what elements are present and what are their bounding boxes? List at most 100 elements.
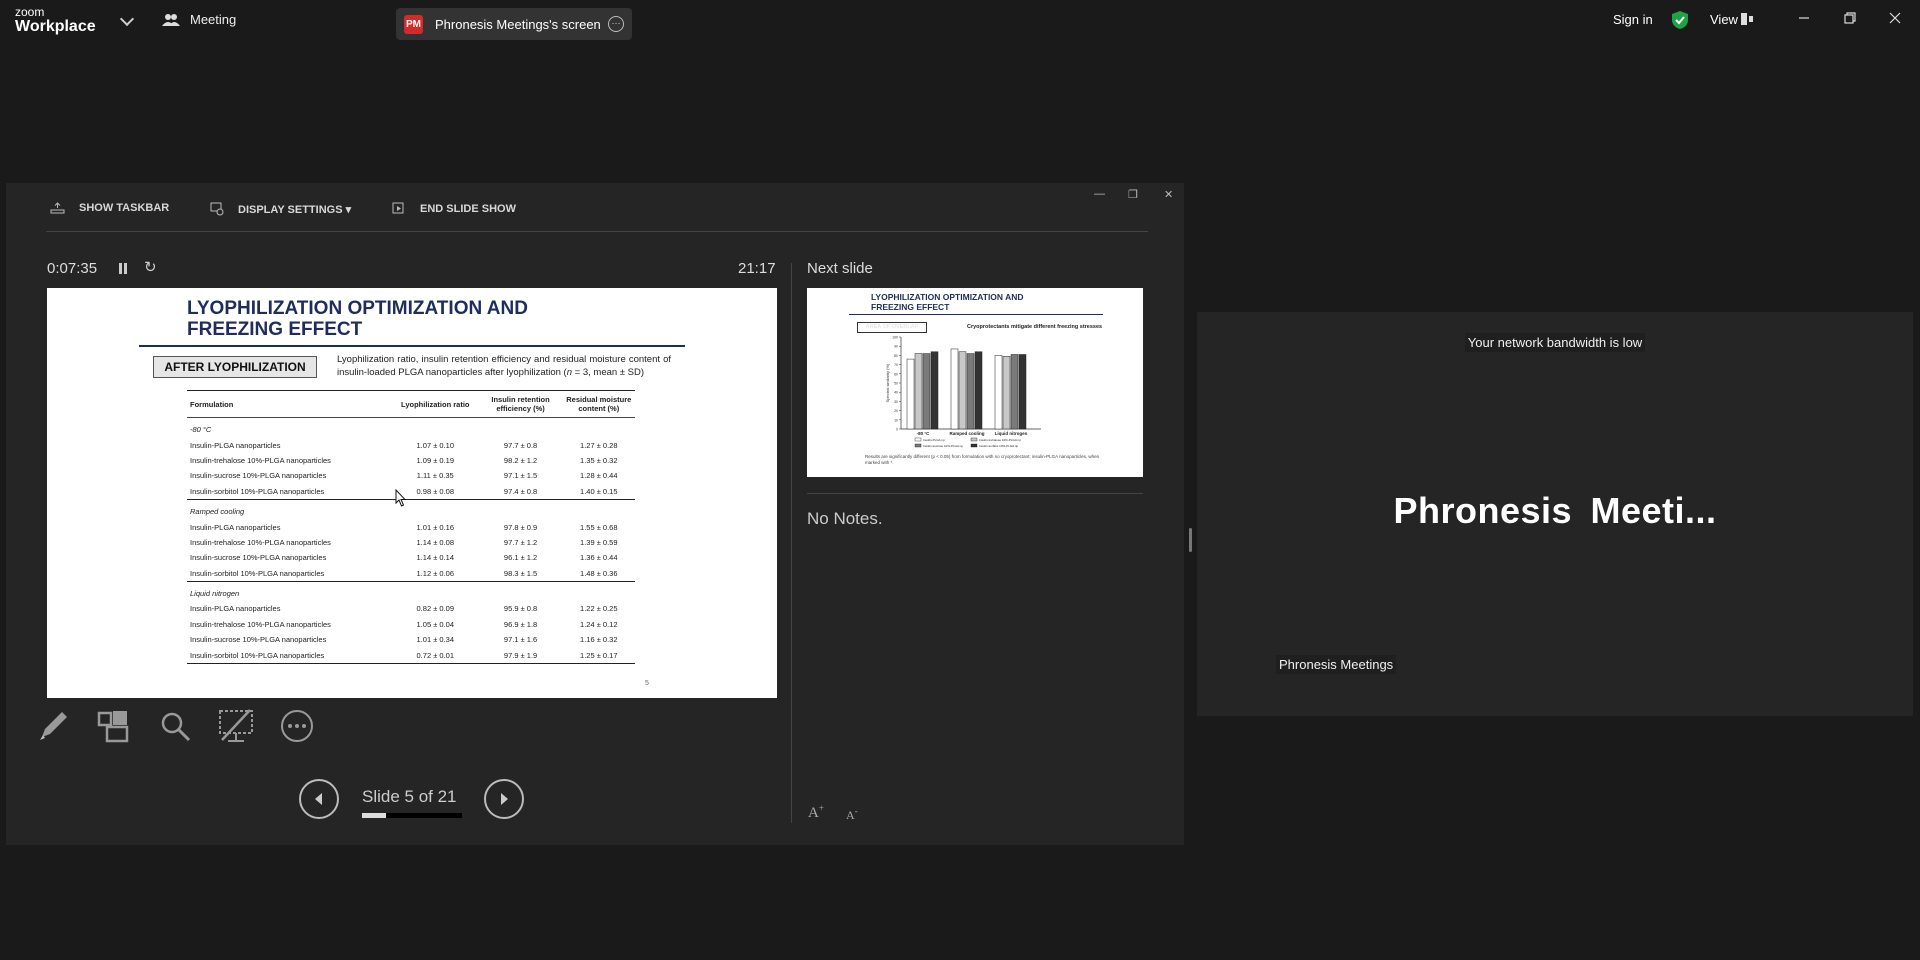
chart-tick-label: 0 — [896, 428, 898, 432]
chart-tick-label: 60 — [894, 372, 898, 376]
next-slide-bar-chart: 0 10 20 30 40 50 60 70 80 90 100 Spectral similarit… — [885, 336, 1041, 448]
more-options-icon[interactable]: ··· — [608, 16, 624, 32]
elapsed-timer: 0:07:35 — [47, 260, 98, 277]
table-cell: Insulin-sorbitol 10%-PLGA nanoparticles — [187, 647, 392, 664]
previous-slide-button[interactable] — [299, 779, 339, 819]
view-layout-icon[interactable] — [1741, 13, 1753, 25]
view-menu[interactable]: View — [1710, 12, 1738, 27]
pause-timer-icon[interactable] — [119, 263, 127, 274]
shared-screen-pill[interactable]: PM Phronesis Meetings's screen ··· — [396, 8, 632, 40]
chart-legend-label: Insulin-PLGA np — [923, 438, 945, 442]
restore-window-button[interactable] — [1839, 9, 1861, 31]
chart-bar — [906, 358, 915, 430]
chart-tick-label: 20 — [894, 409, 898, 413]
table-cell: Insulin-PLGA nanoparticles — [190, 604, 281, 614]
current-slide[interactable]: LYOPHILIZATION OPTIMIZATION AND FREEZING… — [47, 288, 777, 698]
slide-title-rule — [139, 345, 685, 347]
chart-bar — [1010, 354, 1019, 430]
chart-tick-label: 30 — [894, 400, 898, 404]
restart-timer-icon[interactable]: ↻ — [144, 258, 157, 276]
table-cell: 1.24 ± 0.12 — [580, 619, 618, 629]
participant-name-label: Phronesis Meetings — [1276, 655, 1397, 674]
shared-screen-title: Phronesis Meetings's screen — [435, 16, 601, 32]
notes-divider — [807, 493, 1143, 494]
chart-tick-label: 100 — [892, 336, 898, 340]
table-header: Residual moisture content (%) — [562, 390, 635, 418]
table-cell: 1.11 ± 0.35 — [416, 471, 454, 481]
display-settings-button[interactable]: DISPLAY SETTINGS ▾ — [210, 202, 351, 216]
minimize-window-button[interactable] — [1793, 9, 1815, 31]
table-row: Insulin-sorbitol 10%-PLGA nanoparticles 0… — [187, 483, 635, 500]
speaker-notes: No Notes. — [807, 509, 883, 528]
presenter-restore-icon[interactable]: ❐ — [1128, 188, 1138, 201]
table-cell: Insulin-PLGA nanoparticles — [190, 522, 281, 532]
table-cell: 1.14 ± 0.14 — [416, 553, 454, 563]
network-warning: Your network bandwidth is low — [1197, 333, 1913, 352]
table-cell: 95.9 ± 0.8 — [503, 604, 538, 614]
table-row: Insulin-PLGA nanoparticles 1.07 ± 0.10 97.… — [187, 437, 635, 452]
split-view-handle[interactable] — [1189, 528, 1192, 552]
pane-divider[interactable] — [791, 263, 792, 823]
chart-bar — [930, 351, 939, 430]
presenter-close-icon[interactable]: ✕ — [1164, 188, 1173, 201]
sign-in-link[interactable]: Sign in — [1613, 12, 1653, 27]
table-cell: Insulin-PLGA nanoparticles — [190, 440, 281, 450]
presenter-minimize-icon[interactable]: — — [1094, 188, 1105, 200]
table-cell: 1.35 ± 0.32 — [580, 455, 618, 465]
chart-bar — [966, 353, 975, 430]
table-group-label: Ramped cooling — [190, 507, 245, 517]
lyophilization-table: Formulation Lyophilization ratio Insulin… — [187, 390, 635, 664]
close-window-button[interactable] — [1884, 9, 1906, 31]
table-cell: 1.22 ± 0.25 — [580, 604, 618, 614]
slide-section-badge: AFTER LYOPHILIZATION — [153, 356, 317, 378]
chart-category-label: -80 °C — [917, 431, 931, 436]
chart-bar — [1002, 356, 1011, 430]
table-cell: Insulin-sorbitol 10%-PLGA nanoparticles — [187, 483, 392, 500]
table-group-row: -80 °C — [187, 418, 635, 438]
table-group-row: Ramped cooling — [187, 499, 635, 519]
chart-tick-label: 50 — [894, 382, 898, 386]
table-row: Insulin-trehalose 10%-PLGA nanoparticles… — [187, 617, 635, 632]
next-slide-preview[interactable]: LYOPHILIZATION OPTIMIZATION AND FREEZING… — [807, 288, 1143, 477]
table-cell: 0.82 ± 0.09 — [416, 604, 454, 614]
chart-y-axis-label: Spectral similarity (%) — [885, 363, 890, 402]
next-slide-button[interactable] — [484, 779, 524, 819]
table-cell: Insulin-sucrose 10%-PLGA nanoparticles — [190, 471, 327, 481]
table-caption: Lyophilization ratio, insulin retention … — [337, 354, 671, 378]
table-row: Insulin-trehalose 10%-PLGA nanoparticles… — [187, 453, 635, 468]
shield-check-icon[interactable] — [1672, 11, 1688, 29]
table-cell: Insulin-sucrose 10%-PLGA nanoparticles — [190, 635, 327, 645]
show-taskbar-button[interactable]: SHOW TASKBAR — [50, 202, 169, 214]
table-cell: 1.27 ± 0.28 — [580, 440, 618, 450]
table-header: Formulation — [187, 390, 392, 418]
table-cell: 97.7 ± 1.2 — [503, 537, 538, 547]
table-group-label: Liquid nitrogen — [190, 589, 240, 599]
chevron-down-icon[interactable] — [119, 11, 135, 27]
see-all-slides-button[interactable] — [94, 706, 134, 746]
end-slide-show-button[interactable]: END SLIDE SHOW — [392, 202, 516, 216]
participant-display-name: Phronesis Meeti... — [1393, 490, 1717, 531]
chart-legend-label: Insulin-sorbitol 10%-PLGA np — [979, 444, 1019, 448]
chart-bar — [974, 351, 983, 430]
meeting-menu[interactable]: Meeting — [162, 12, 236, 27]
table-cell: 1.01 ± 0.34 — [416, 635, 454, 645]
increase-font-icon[interactable]: A+ — [808, 803, 824, 822]
slide-progress-fill — [362, 813, 386, 818]
screen-off-icon — [219, 709, 253, 742]
zoom-slide-button[interactable] — [155, 706, 195, 746]
chart-legend-swatch — [914, 443, 922, 448]
chart-bar — [950, 348, 959, 430]
table-cell: Insulin-sorbitol 10%-PLGA nanoparticles — [187, 565, 392, 582]
arrow-left-icon — [315, 793, 322, 805]
pen-tool-button[interactable] — [33, 706, 73, 746]
table-cell: 1.40 ± 0.15 — [562, 483, 635, 500]
table-cell: Insulin-trehalose 10%-PLGA nanoparticles — [190, 619, 331, 629]
black-screen-button[interactable] — [216, 706, 256, 746]
meeting-label: Meeting — [190, 12, 237, 27]
participant-video-tile[interactable]: Your network bandwidth is low Phronesis … — [1197, 312, 1913, 716]
decrease-font-icon[interactable]: A- — [846, 806, 858, 823]
participants-icon — [162, 13, 180, 26]
table-cell: 97.7 ± 0.8 — [503, 440, 538, 450]
table-cell: 96.1 ± 1.2 — [503, 553, 538, 563]
more-slide-options-button[interactable] — [277, 706, 317, 746]
